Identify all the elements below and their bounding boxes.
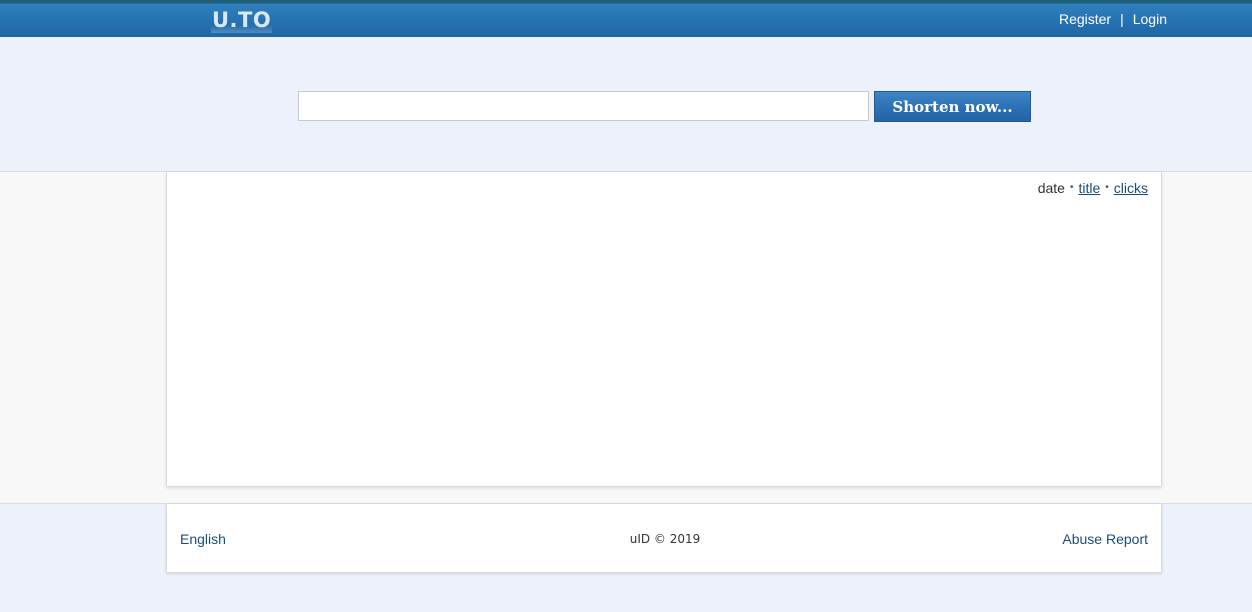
register-link[interactable]: Register [1059,11,1111,27]
sort-clicks-link[interactable]: clicks [1114,180,1148,196]
login-link[interactable]: Login [1133,11,1167,27]
link-separator: | [1120,11,1124,27]
copyright-text: uID © 2019 [629,532,701,546]
shorten-button[interactable]: Shorten now... [874,91,1031,122]
account-links: Register | Login [1059,11,1167,27]
footer: English uID © 2019 Abuse Report [166,504,1162,573]
site-logo[interactable]: U.TO [211,7,273,33]
sort-dot-icon: • [1105,182,1109,193]
url-input[interactable] [298,91,869,121]
sort-title-link[interactable]: title [1078,180,1100,196]
top-bar: U.TO Register | Login [0,0,1252,37]
sort-date-label: date [1037,180,1065,196]
links-panel: date • title • clicks [166,172,1162,487]
sort-bar: date • title • clicks [1038,180,1148,196]
shorten-form: Shorten now... [0,37,1252,171]
sort-dot-icon: • [1069,182,1074,193]
links-section: date • title • clicks [0,171,1252,504]
abuse-report-link[interactable]: Abuse Report [1062,531,1148,547]
